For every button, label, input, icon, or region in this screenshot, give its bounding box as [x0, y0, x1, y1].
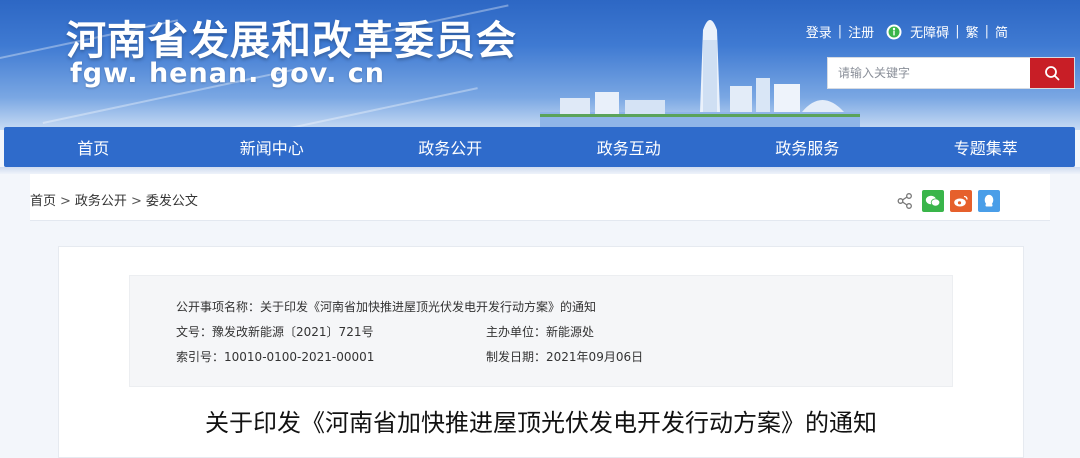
nav-shadow-band — [0, 167, 1080, 174]
nav-item-government-services[interactable]: 政务服务 — [718, 127, 897, 167]
login-link[interactable]: 登录 — [806, 22, 832, 41]
main-nav: 首页 新闻中心 政务公开 政务互动 政务服务 专题集萃 — [4, 127, 1075, 167]
meta-public-item: 公开事项名称：关于印发《河南省加快推进屋顶光伏发电开发行动方案》的通知 — [176, 298, 596, 315]
header-banner: 河南省发展和改革委员会 fgw. henan. gov. cn 登录 | 注册 … — [0, 0, 1080, 130]
meta-value: 豫发改新能源〔2021〕721号 — [212, 325, 374, 339]
accessibility-link[interactable]: 无障碍 — [910, 22, 949, 41]
link-separator: | — [837, 24, 843, 39]
search-box — [827, 57, 1075, 89]
search-input[interactable] — [828, 58, 1030, 88]
search-button[interactable] — [1030, 58, 1074, 88]
link-separator: | — [984, 24, 989, 39]
breadcrumb-separator: > — [60, 194, 71, 209]
document-title: 关于印发《河南省加快推进屋顶光伏发电开发行动方案》的通知 — [205, 409, 877, 437]
share-icon[interactable] — [894, 190, 916, 212]
share-bar — [894, 190, 1000, 212]
meta-label: 文号： — [176, 325, 213, 339]
nav-item-news-center[interactable]: 新闻中心 — [183, 127, 362, 167]
meta-value: 2021年09月06日 — [546, 350, 644, 364]
article-container: 公开事项名称：关于印发《河南省加快推进屋顶光伏发电开发行动方案》的通知 文号：豫… — [58, 246, 1024, 458]
site-domain: fgw. henan. gov. cn — [70, 58, 385, 89]
traditional-chinese-link[interactable]: 繁 — [966, 22, 979, 41]
meta-value: 10010-0100-2021-00001 — [224, 350, 375, 364]
breadcrumb-home[interactable]: 首页 — [30, 194, 56, 209]
breadcrumb-bar: 首页 > 政务公开 > 委发公文 — [30, 174, 1050, 221]
breadcrumb-separator: > — [130, 194, 142, 209]
meta-value: 新能源处 — [546, 325, 595, 339]
meta-label: 主办单位： — [486, 325, 547, 339]
wechat-icon[interactable] — [922, 190, 944, 212]
meta-issue-date: 制发日期：2021年09月06日 — [486, 348, 643, 365]
breadcrumb: 首页 > 政务公开 > 委发公文 — [30, 190, 198, 209]
breadcrumb-government-affairs-open[interactable]: 政务公开 — [75, 194, 127, 209]
breadcrumb-committee-documents[interactable]: 委发公文 — [146, 194, 198, 209]
meta-host-unit: 主办单位：新能源处 — [486, 323, 594, 340]
accessibility-icon[interactable] — [886, 24, 902, 40]
meta-doc-number: 文号：豫发改新能源〔2021〕721号 — [176, 323, 373, 340]
qq-icon[interactable] — [978, 190, 1000, 212]
link-separator: | — [955, 24, 960, 39]
meta-label: 公开事项名称： — [176, 300, 261, 314]
weibo-icon[interactable] — [950, 190, 972, 212]
document-meta-box: 公开事项名称：关于印发《河南省加快推进屋顶光伏发电开发行动方案》的通知 文号：豫… — [129, 275, 953, 387]
meta-label: 制发日期： — [486, 350, 547, 364]
nav-item-government-interaction[interactable]: 政务互动 — [540, 127, 719, 167]
register-link[interactable]: 注册 — [848, 22, 874, 41]
meta-index-number: 索引号：10010-0100-2021-00001 — [176, 348, 374, 365]
meta-label: 索引号： — [176, 350, 225, 364]
nav-item-home[interactable]: 首页 — [4, 127, 183, 167]
nav-item-government-affairs-open[interactable]: 政务公开 — [361, 127, 540, 167]
nav-item-special-topics[interactable]: 专题集萃 — [897, 127, 1076, 167]
top-links: 登录 | 注册 无障碍 | 繁 | 简 — [806, 22, 1008, 41]
search-icon — [1045, 66, 1060, 81]
meta-value: 关于印发《河南省加快推进屋顶光伏发电开发行动方案》的通知 — [260, 300, 597, 314]
city-skyline-image — [540, 20, 860, 130]
simplified-chinese-link[interactable]: 简 — [995, 22, 1008, 41]
